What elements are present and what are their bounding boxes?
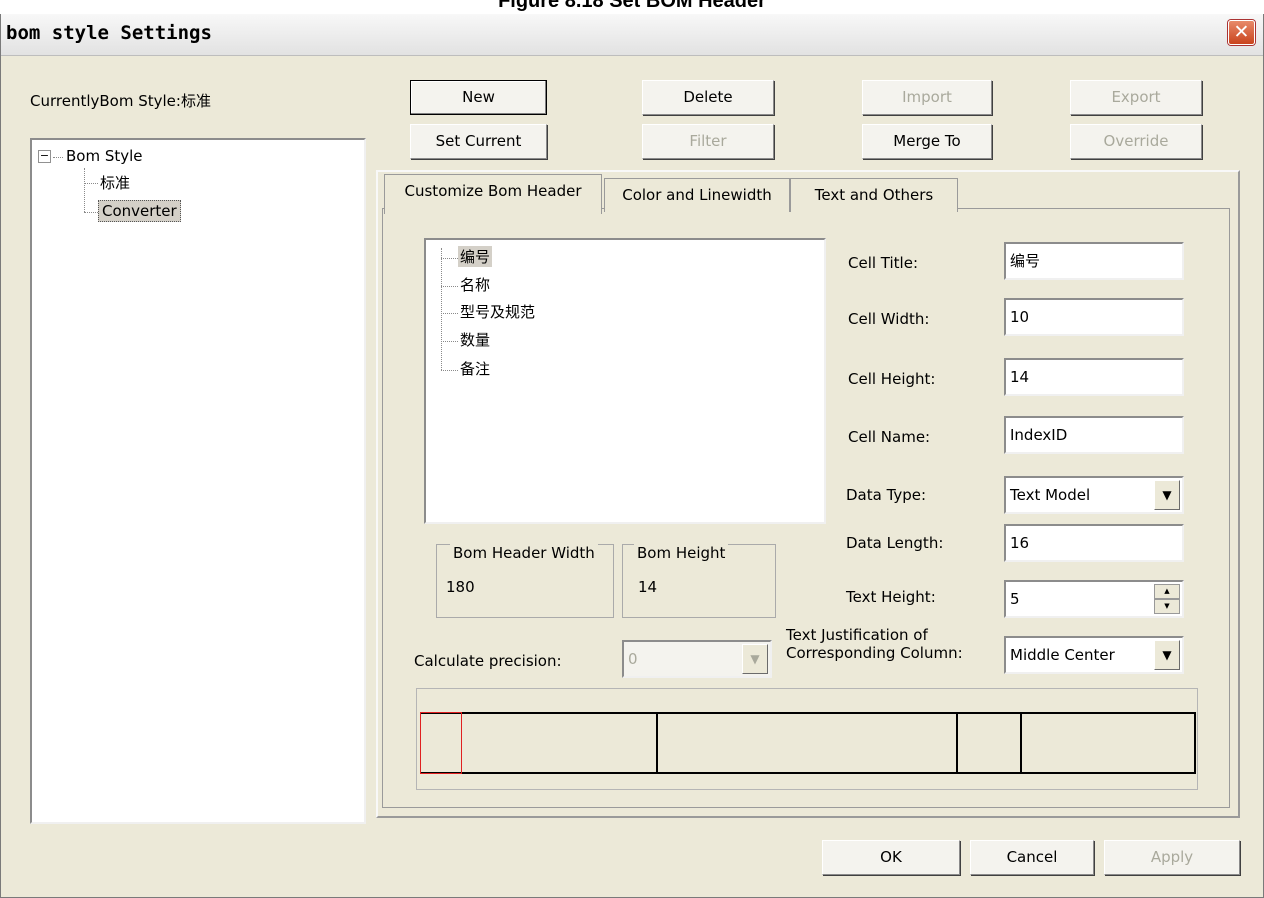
current-style-label: CurrentlyBom Style:标准 [30, 92, 211, 110]
list-item-spec[interactable]: 型号及规范 [460, 301, 535, 322]
current-style-value: 标准 [180, 92, 211, 110]
spin-up-icon[interactable]: ▲ [1154, 584, 1180, 599]
tree-root-bom-style[interactable]: Bom Style [66, 147, 143, 165]
tab-customize-bom-header[interactable]: Customize Bom Header [384, 174, 602, 214]
tab-color-and-linewidth[interactable]: Color and Linewidth [604, 178, 790, 212]
preview-divider [956, 712, 958, 774]
window-title: bom style Settings [6, 22, 212, 44]
import-button[interactable]: Import [862, 80, 992, 115]
new-button[interactable]: New [410, 80, 547, 115]
tab-text-and-others[interactable]: Text and Others [790, 178, 958, 212]
precision-label: Calculate precision: [414, 652, 562, 670]
list-item-name[interactable]: 名称 [460, 274, 490, 295]
tree-item-standard[interactable]: 标准 [100, 172, 130, 193]
data-type-label: Data Type: [846, 486, 927, 504]
cell-width-field[interactable]: 10 [1004, 298, 1184, 336]
cell-height-label: Cell Height: [848, 370, 936, 388]
data-length-label: Data Length: [846, 534, 944, 552]
export-button[interactable]: Export [1070, 80, 1202, 115]
cell-width-label: Cell Width: [848, 310, 930, 328]
ok-button[interactable]: OK [822, 840, 960, 875]
cell-name-field[interactable]: IndexID [1004, 416, 1184, 454]
cell-title-field[interactable]: 编号 [1004, 242, 1184, 280]
list-item-remark[interactable]: 备注 [460, 358, 490, 379]
bom-style-tree[interactable] [30, 138, 366, 824]
close-icon: ✕ [1233, 21, 1250, 43]
tree-item-converter[interactable]: Converter [98, 200, 181, 222]
delete-button[interactable]: Delete [642, 80, 774, 115]
apply-button[interactable]: Apply [1104, 840, 1240, 875]
cell-title-label: Cell Title: [848, 254, 919, 272]
set-current-button[interactable]: Set Current [410, 124, 547, 159]
chevron-down-icon[interactable]: ▼ [1154, 480, 1180, 510]
list-item-index[interactable]: 编号 [458, 246, 493, 267]
list-item-quantity[interactable]: 数量 [460, 329, 490, 350]
close-button[interactable]: ✕ [1228, 20, 1255, 45]
cell-name-label: Cell Name: [848, 428, 931, 446]
preview-table [420, 712, 1196, 774]
bom-height-value: 14 [638, 578, 658, 596]
preview-cell-selected[interactable] [420, 712, 462, 774]
preview-divider [656, 712, 658, 774]
figure-caption: Figure 8.18 Set BOM Header [0, 0, 1264, 14]
chevron-down-icon[interactable]: ▼ [1154, 640, 1180, 670]
bom-header-width-label: Bom Header Width [450, 544, 598, 562]
data-length-field[interactable]: 16 [1004, 524, 1184, 562]
bom-height-label: Bom Height [634, 544, 729, 562]
bom-header-width-value: 180 [446, 578, 475, 596]
collapse-icon[interactable]: − [38, 150, 51, 163]
override-button[interactable]: Override [1070, 124, 1202, 159]
merge-to-button[interactable]: Merge To [862, 124, 992, 159]
chevron-down-icon[interactable]: ▼ [742, 644, 768, 674]
text-height-label: Text Height: [846, 588, 936, 606]
filter-button[interactable]: Filter [642, 124, 774, 159]
preview-divider [1020, 712, 1022, 774]
justification-label: Text Justification of Corresponding Colum… [786, 626, 963, 662]
cell-height-field[interactable]: 14 [1004, 358, 1184, 396]
spin-down-icon[interactable]: ▼ [1154, 599, 1180, 614]
cancel-button[interactable]: Cancel [970, 840, 1094, 875]
